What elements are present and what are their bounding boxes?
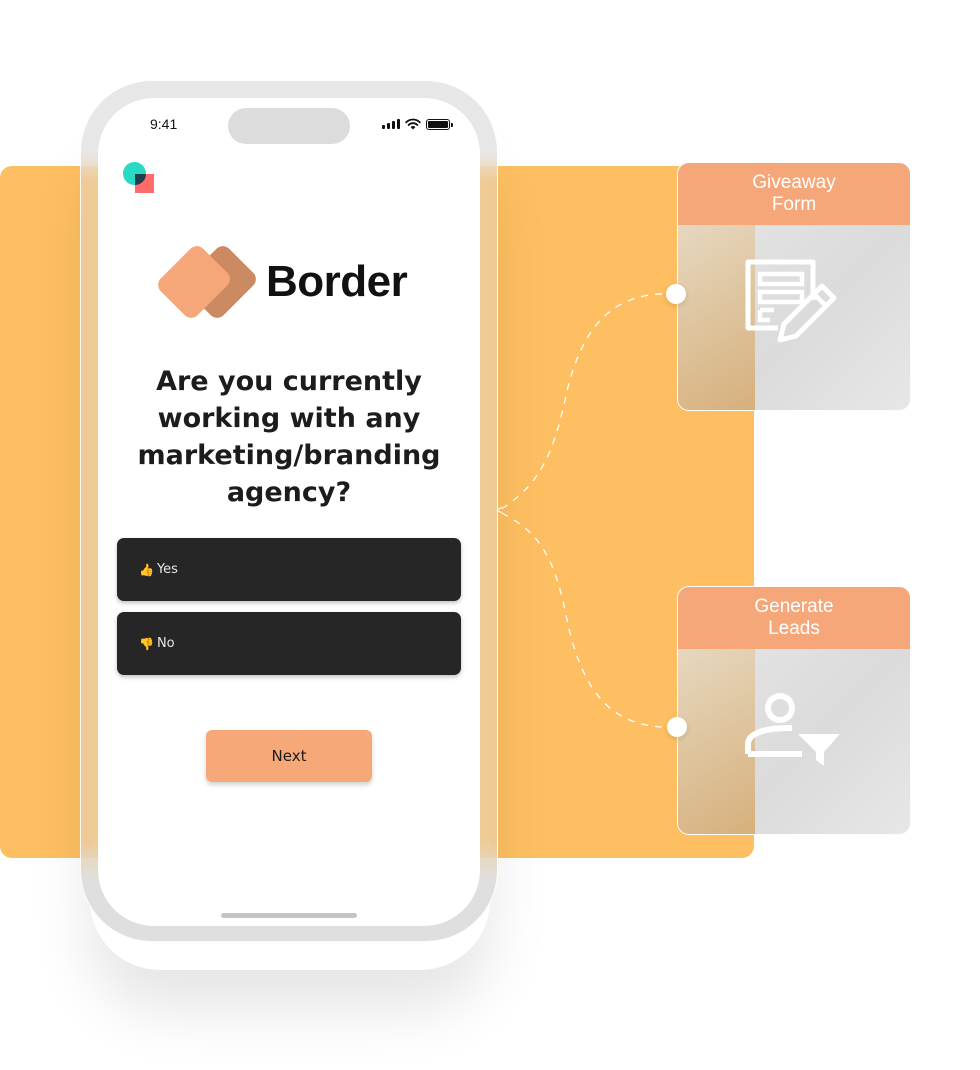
- connector-node-leads: [667, 717, 687, 737]
- option-yes-button[interactable]: 👍 Yes: [117, 538, 461, 601]
- user-filter-icon: [745, 693, 840, 766]
- form-edit-icon: [745, 259, 837, 343]
- next-button[interactable]: Next: [206, 730, 372, 782]
- connector-node-giveaway: [666, 284, 686, 304]
- option-label: No: [156, 636, 175, 651]
- app-logo: [123, 162, 157, 196]
- question-heading: Are you currently working with any marke…: [137, 366, 441, 508]
- feature-card-title: Giveaway Form: [678, 163, 910, 225]
- brand-logo: Border: [154, 242, 408, 322]
- status-icons: [382, 118, 453, 130]
- thumbs-down-icon: 👎: [139, 636, 154, 651]
- feature-card-generate-leads: Generate Leads: [677, 586, 911, 835]
- signal-icon: [382, 119, 400, 129]
- battery-icon: [426, 118, 453, 130]
- phone-screen: 9:41 Border Are you currently working wi…: [98, 98, 480, 926]
- option-no-button[interactable]: 👎 No: [117, 612, 461, 675]
- brand-mark-icon: [154, 242, 260, 322]
- status-time: 9:41: [150, 116, 178, 132]
- option-label: Yes: [156, 562, 178, 577]
- wifi-icon: [405, 118, 421, 130]
- dynamic-island: [228, 108, 350, 144]
- feature-card-giveaway-form: Giveaway Form: [677, 162, 911, 411]
- thumbs-up-icon: 👍: [139, 562, 154, 577]
- brand-name: Border: [266, 257, 408, 306]
- home-indicator: [221, 913, 357, 918]
- feature-card-title: Generate Leads: [678, 587, 910, 649]
